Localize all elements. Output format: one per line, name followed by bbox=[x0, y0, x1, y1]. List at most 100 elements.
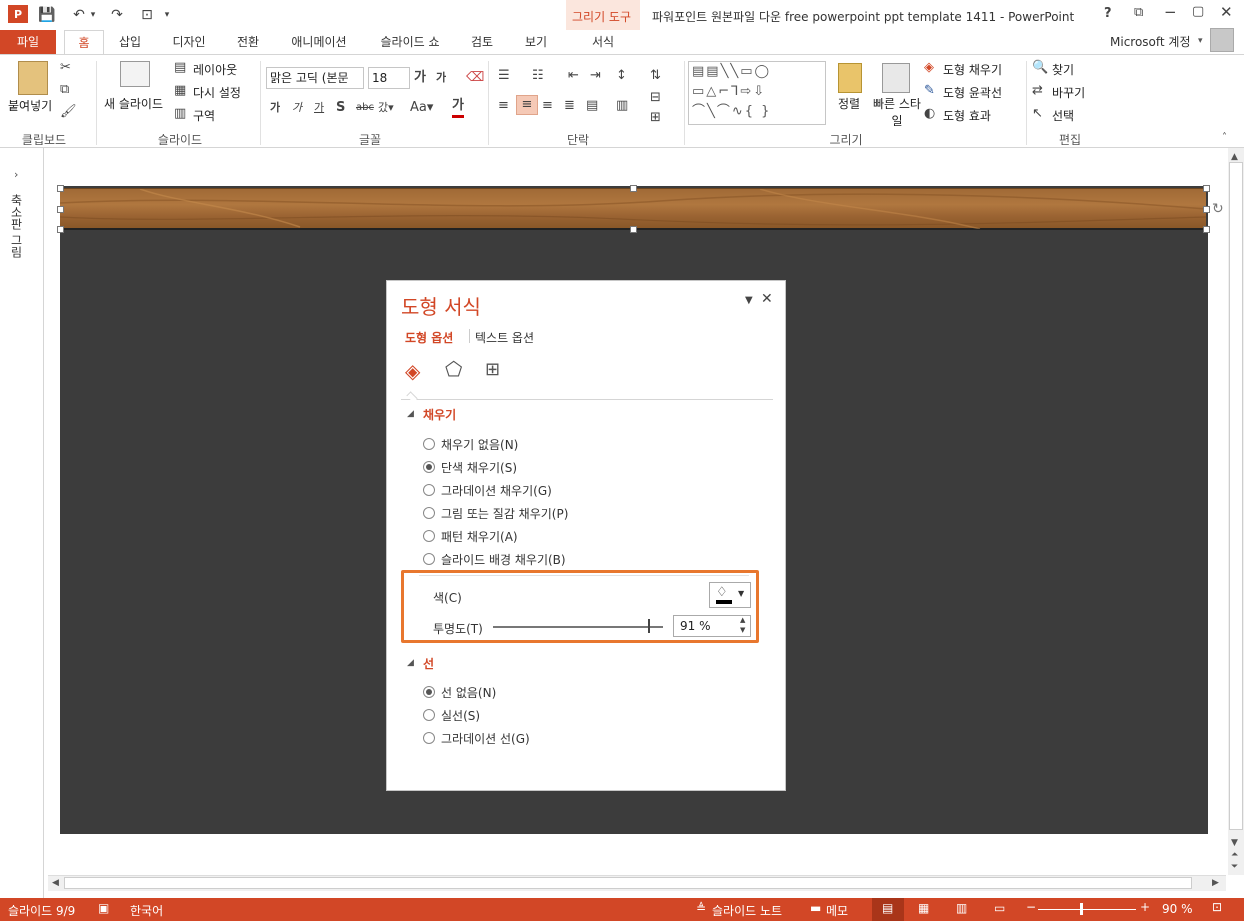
transparency-slider-thumb[interactable] bbox=[648, 619, 650, 633]
smartart-icon[interactable]: ⊞ bbox=[650, 109, 661, 127]
justify-icon[interactable]: ≣ bbox=[564, 97, 575, 115]
tab-design[interactable]: 디자인 bbox=[164, 30, 214, 54]
effects-icon[interactable]: ⬠ bbox=[445, 357, 462, 381]
font-size-dropdown[interactable]: 18 bbox=[368, 67, 410, 89]
radio-background-fill[interactable] bbox=[423, 553, 435, 565]
replace-button[interactable]: 바꾸기 bbox=[1052, 84, 1085, 101]
zoom-level[interactable]: 90 % bbox=[1162, 902, 1193, 916]
expand-thumbnails-icon[interactable]: › bbox=[14, 168, 18, 181]
radio-label-gradient-line[interactable]: 그라데이션 선(G) bbox=[441, 730, 530, 747]
distributed-icon[interactable]: ▤ bbox=[586, 97, 598, 115]
zoom-slider-thumb[interactable] bbox=[1080, 903, 1083, 915]
fill-section-header[interactable]: 채우기 bbox=[423, 406, 456, 423]
start-slideshow-icon[interactable]: ⊡ bbox=[136, 5, 158, 25]
reset-button[interactable]: 다시 설정 bbox=[193, 84, 241, 101]
increase-indent-icon[interactable]: ⇥ bbox=[590, 67, 601, 85]
radio-picture-fill[interactable] bbox=[423, 507, 435, 519]
paste-button[interactable]: 붙여넣기 bbox=[8, 97, 52, 114]
section-button[interactable]: 구역 bbox=[193, 107, 215, 124]
shape-effects-button[interactable]: 도형 효과 bbox=[943, 107, 991, 124]
transparency-value[interactable]: 91 % bbox=[680, 619, 711, 633]
line-spacing-icon[interactable]: ↕ bbox=[616, 67, 627, 85]
scroll-up-icon[interactable]: ▲ bbox=[1231, 152, 1238, 162]
change-case-icon[interactable]: Aa▾ bbox=[410, 99, 433, 117]
resize-handle[interactable] bbox=[1203, 206, 1210, 213]
close-window-icon[interactable]: ✕ bbox=[1220, 3, 1233, 21]
color-picker-button[interactable]: ♢ ▼ bbox=[709, 582, 751, 608]
minimize-icon[interactable]: − bbox=[1164, 3, 1177, 21]
undo-dropdown-icon[interactable]: ▾ bbox=[88, 5, 98, 25]
align-right-icon[interactable]: ≡ bbox=[542, 97, 553, 115]
avatar[interactable] bbox=[1210, 28, 1234, 52]
size-properties-icon[interactable]: ⊞ bbox=[485, 359, 500, 380]
rotate-handle-icon[interactable]: ↻ bbox=[1212, 201, 1224, 217]
character-spacing-icon[interactable]: 갔▾ bbox=[378, 99, 394, 117]
customize-toolbar-icon[interactable]: ▾ bbox=[160, 5, 174, 25]
reading-view-icon[interactable]: ▥ bbox=[956, 901, 967, 915]
select-button[interactable]: 선택 bbox=[1052, 107, 1074, 124]
radio-label-pattern-fill[interactable]: 패턴 채우기(A) bbox=[441, 528, 518, 545]
copy-icon[interactable]: ⧉ bbox=[60, 81, 69, 99]
resize-handle[interactable] bbox=[630, 185, 637, 192]
redo-icon[interactable]: ↷ bbox=[106, 5, 128, 25]
font-name-dropdown[interactable]: 맑은 고딕 (본문 bbox=[266, 67, 364, 89]
hscroll-thumb[interactable] bbox=[64, 877, 1192, 889]
resize-handle[interactable] bbox=[1203, 226, 1210, 233]
columns-icon[interactable]: ▥ bbox=[616, 97, 628, 115]
underline-icon[interactable]: 가 bbox=[314, 99, 324, 117]
scroll-left-icon[interactable]: ◀ bbox=[52, 878, 59, 888]
radio-solid-line[interactable] bbox=[423, 709, 435, 721]
slideshow-view-icon[interactable]: ▭ bbox=[994, 901, 1005, 915]
tab-shape-options[interactable]: 도형 옵션 bbox=[405, 329, 453, 346]
font-color-icon[interactable]: 가 bbox=[452, 97, 464, 118]
wood-texture-shape[interactable] bbox=[60, 188, 1206, 230]
language-indicator[interactable]: 한국어 bbox=[130, 902, 163, 919]
strikethrough-icon[interactable]: abc bbox=[356, 99, 374, 117]
arrange-icon[interactable] bbox=[838, 63, 862, 93]
radio-label-solid-line[interactable]: 실선(S) bbox=[441, 707, 480, 724]
radio-gradient-fill[interactable] bbox=[423, 484, 435, 496]
previous-slide-icon[interactable]: ⏶ bbox=[1231, 850, 1238, 860]
resize-handle[interactable] bbox=[630, 226, 637, 233]
quick-styles-icon[interactable] bbox=[882, 63, 910, 93]
radio-label-picture-fill[interactable]: 그림 또는 질감 채우기(P) bbox=[441, 505, 568, 522]
tab-insert[interactable]: 삽입 bbox=[108, 30, 152, 54]
radio-no-fill[interactable] bbox=[423, 438, 435, 450]
bold-icon[interactable]: 가 bbox=[270, 99, 280, 117]
italic-icon[interactable]: 가 bbox=[292, 99, 302, 117]
arrange-button[interactable]: 정렬 bbox=[838, 95, 860, 112]
scrollbar-thumb[interactable] bbox=[1229, 162, 1243, 830]
shadow-icon[interactable]: S bbox=[336, 99, 345, 117]
radio-label-solid-fill[interactable]: 단색 채우기(S) bbox=[441, 459, 517, 476]
shape-fill-button[interactable]: 도형 채우기 bbox=[943, 61, 1002, 78]
transparency-slider-track[interactable] bbox=[493, 626, 663, 628]
account-menu[interactable]: Microsoft 계정 bbox=[1110, 33, 1191, 50]
scroll-right-icon[interactable]: ▶ bbox=[1212, 878, 1219, 888]
tab-review[interactable]: 검토 bbox=[462, 30, 502, 54]
resize-handle[interactable] bbox=[57, 226, 64, 233]
bullets-icon[interactable]: ☰ bbox=[498, 67, 510, 85]
align-center-icon[interactable]: ≡ bbox=[516, 95, 538, 115]
fit-to-window-icon[interactable]: ⊡ bbox=[1212, 900, 1222, 914]
radio-label-no-line[interactable]: 선 없음(N) bbox=[441, 684, 496, 701]
clipboard-paste-icon[interactable] bbox=[18, 61, 48, 95]
pane-options-icon[interactable]: ▼ bbox=[745, 295, 753, 306]
radio-no-line[interactable] bbox=[423, 686, 435, 698]
thumbnails-label[interactable]: 축소판 그림 bbox=[8, 194, 25, 258]
line-section-header[interactable]: 선 bbox=[423, 655, 434, 672]
zoom-in-icon[interactable]: + bbox=[1140, 900, 1150, 914]
cut-icon[interactable]: ✂ bbox=[60, 59, 71, 77]
grow-font-icon[interactable]: 가 bbox=[414, 69, 426, 87]
new-slide-icon[interactable] bbox=[120, 61, 150, 87]
tab-format[interactable]: 서식 bbox=[576, 30, 630, 54]
vertical-scrollbar[interactable]: ▲ ▼ ⏶ ⏷ bbox=[1228, 148, 1244, 875]
radio-label-background-fill[interactable]: 슬라이드 배경 채우기(B) bbox=[441, 551, 566, 568]
fill-line-icon[interactable]: ◈ bbox=[405, 359, 420, 383]
account-dropdown-icon[interactable]: ▾ bbox=[1198, 36, 1203, 46]
tab-home[interactable]: 홈 bbox=[64, 30, 104, 54]
resize-handle[interactable] bbox=[57, 185, 64, 192]
align-left-icon[interactable]: ≡ bbox=[498, 97, 509, 115]
decrease-indent-icon[interactable]: ⇤ bbox=[568, 67, 579, 85]
comments-button[interactable]: 메모 bbox=[826, 902, 848, 919]
text-direction-icon[interactable]: ⇅ bbox=[650, 67, 661, 85]
